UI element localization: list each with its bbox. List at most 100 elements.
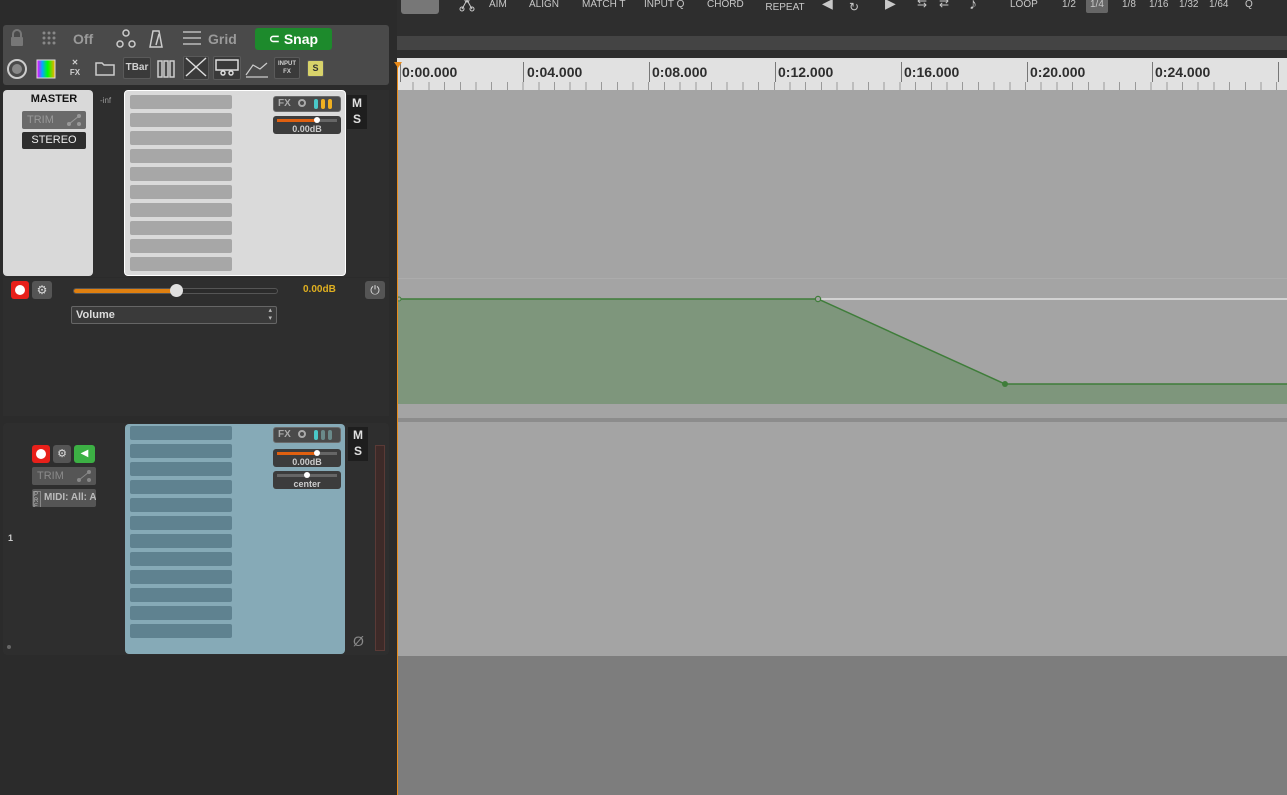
gear-icon[interactable]: ⚙: [53, 445, 71, 463]
volume-envelope-lane[interactable]: [397, 278, 1287, 418]
swap-icon[interactable]: ⇆: [917, 0, 927, 10]
prev-icon[interactable]: ◀: [822, 0, 833, 12]
power-icon[interactable]: ⏻: [365, 281, 385, 299]
envelope-points-icon[interactable]: [245, 59, 269, 82]
grid-lines-icon[interactable]: [183, 30, 201, 49]
align-button[interactable]: ALIGN: [529, 0, 559, 10]
ripple-off-label[interactable]: Off: [73, 31, 93, 47]
fx-slot[interactable]: [130, 606, 232, 620]
envelope-slider-knob[interactable]: [169, 284, 183, 297]
tbar-button[interactable]: TBar: [123, 57, 151, 79]
solo-button[interactable]: S: [307, 60, 324, 77]
grid-label[interactable]: Grid: [208, 31, 237, 47]
track-trim-button[interactable]: TRIM: [32, 467, 96, 485]
fx-slot[interactable]: [130, 552, 232, 566]
fx-slot[interactable]: [130, 149, 232, 163]
link-icon[interactable]: [116, 29, 136, 52]
envelope-point[interactable]: [1002, 381, 1008, 387]
fx-slot[interactable]: [130, 113, 232, 127]
monitor-icon[interactable]: ◀: [74, 445, 95, 463]
fx-slot[interactable]: [130, 444, 232, 458]
division-1-4[interactable]: 1/4: [1086, 0, 1108, 13]
master-trim-button[interactable]: TRIM: [22, 111, 86, 129]
solo-button[interactable]: S: [347, 111, 367, 127]
division-1-16[interactable]: 1/16: [1149, 0, 1168, 10]
mixer-icon[interactable]: [156, 59, 176, 82]
folder-icon[interactable]: [95, 59, 115, 80]
mute-button[interactable]: M: [348, 427, 368, 443]
cut-item-icon[interactable]: [213, 56, 241, 80]
fx-slot[interactable]: [130, 257, 232, 271]
fx-slot[interactable]: [130, 426, 232, 440]
input-q-button[interactable]: INPUT Q: [644, 0, 684, 10]
note-repeat-button[interactable]: NOTE REPEAT: [765, 0, 805, 13]
lock-icon[interactable]: [9, 29, 25, 50]
fx-slot[interactable]: [130, 239, 232, 253]
next-icon[interactable]: ▶: [885, 0, 896, 12]
resize-handle[interactable]: [7, 645, 11, 649]
fx-slot[interactable]: [130, 462, 232, 476]
fx-slot[interactable]: [130, 570, 232, 584]
note-icon[interactable]: ♪: [969, 0, 977, 14]
swap-alt-icon[interactable]: ⇄: [939, 0, 949, 10]
division-1-2[interactable]: 1/2: [1062, 0, 1076, 10]
rotate-icon[interactable]: ↻: [849, 0, 859, 14]
fx-slot[interactable]: [130, 534, 232, 548]
fx-slot[interactable]: [130, 203, 232, 217]
division-1-32[interactable]: 1/32: [1179, 0, 1198, 10]
match-t-button[interactable]: MATCH T: [582, 0, 626, 10]
fx-slot[interactable]: [130, 588, 232, 602]
phase-invert-button[interactable]: Ø: [353, 633, 364, 649]
track-input-select[interactable]: PRE MIDI: All: A: [32, 489, 96, 507]
master-track-name[interactable]: MASTER: [3, 93, 105, 105]
edit-cursor[interactable]: [397, 62, 398, 795]
fx-slot[interactable]: [130, 185, 232, 199]
chord-button[interactable]: CHORD: [707, 0, 744, 10]
division-1-8[interactable]: 1/8: [1122, 0, 1136, 10]
crossfade-icon[interactable]: [183, 56, 209, 80]
record-mode-icon[interactable]: [6, 58, 28, 83]
volume-knob[interactable]: [314, 450, 320, 456]
fx-slot[interactable]: [130, 516, 232, 530]
fx-slot[interactable]: [130, 480, 232, 494]
snap-button[interactable]: ⊂ Snap: [255, 28, 332, 50]
fx-slot[interactable]: [130, 131, 232, 145]
envelope-arm-button[interactable]: [11, 281, 29, 299]
solo-button[interactable]: S: [348, 443, 368, 459]
track-fx-button[interactable]: FX: [273, 427, 341, 443]
gear-icon[interactable]: ⚙: [32, 281, 52, 299]
color-palette-icon[interactable]: [36, 59, 56, 82]
grid-dots-icon[interactable]: [41, 30, 57, 49]
division-1-64[interactable]: 1/64: [1209, 0, 1228, 10]
track-volume-fader[interactable]: 0.00dB: [273, 449, 341, 467]
track-pan-slider[interactable]: center: [273, 471, 341, 489]
fx-slot[interactable]: [130, 167, 232, 181]
master-volume-fader[interactable]: 0.00dB: [273, 116, 341, 134]
mute-button[interactable]: M: [347, 95, 367, 111]
quantize-button[interactable]: Q: [1245, 0, 1253, 10]
volume-knob[interactable]: [314, 117, 320, 123]
track-arm-button[interactable]: [32, 445, 50, 463]
edit-cursor-marker[interactable]: [394, 62, 402, 68]
fx-slot[interactable]: [130, 498, 232, 512]
loop-button[interactable]: LOOP: [1010, 0, 1038, 10]
metronome-icon[interactable]: [148, 29, 164, 52]
track-1-lane[interactable]: [397, 422, 1287, 656]
fx-slot[interactable]: [130, 221, 232, 235]
master-fx-panel: FX 0.00dB: [124, 90, 346, 276]
timeline-ruler[interactable]: 0:00.000 0:04.000 0:08.000 0:12.000 0:16…: [397, 58, 1287, 90]
node-icon[interactable]: [459, 0, 475, 17]
aim-button[interactable]: AIM: [489, 0, 507, 10]
fx-bypass-icon[interactable]: ✕ FX: [63, 58, 87, 80]
envelope-point[interactable]: [814, 295, 822, 303]
fx-slot[interactable]: [130, 624, 232, 638]
envelope-slider[interactable]: [73, 284, 278, 297]
fx-slot[interactable]: [130, 95, 232, 109]
master-lane[interactable]: [397, 90, 1287, 278]
input-fx-button[interactable]: INPUT FX: [274, 57, 300, 79]
master-fx-button[interactable]: FX: [273, 96, 341, 112]
stereo-button[interactable]: STEREO: [22, 132, 86, 149]
envelope-param-select[interactable]: Volume ▴ ▾: [71, 306, 277, 324]
empty-arrange-area[interactable]: [397, 656, 1287, 795]
pan-knob[interactable]: [304, 472, 310, 478]
